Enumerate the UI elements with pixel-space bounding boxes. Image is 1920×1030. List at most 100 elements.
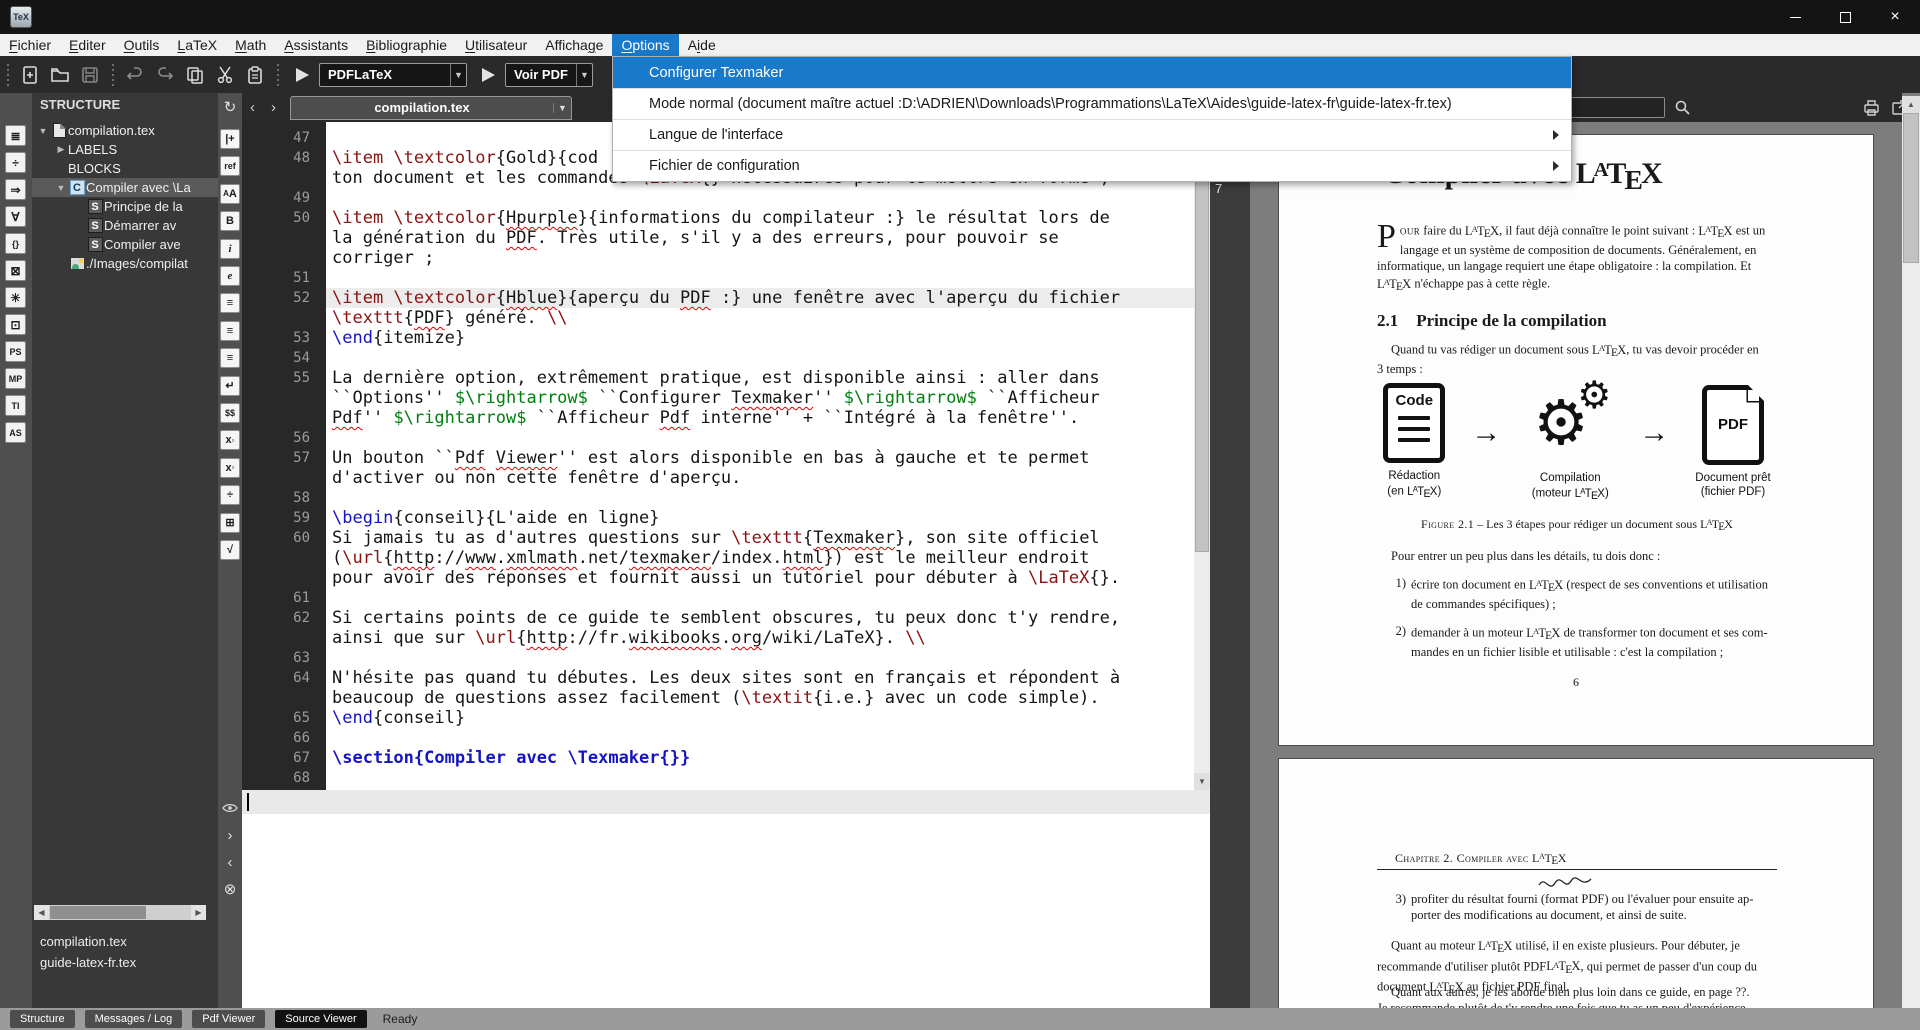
code-line-58[interactable]: 58 [242, 488, 1194, 508]
next-icon[interactable]: › [220, 825, 240, 845]
copy-button[interactable] [180, 61, 210, 89]
description-icon[interactable]: ≡ [220, 348, 240, 368]
close-button[interactable]: × [1870, 0, 1920, 34]
scroll-right-icon[interactable]: ▶ [191, 905, 206, 920]
arrows-tab-icon[interactable]: ⇒ [5, 179, 26, 200]
menubar-item-editer[interactable]: Editer [60, 34, 115, 56]
menubar-item-fichier[interactable]: Fichier [0, 34, 60, 56]
tab-compilation-tex[interactable]: compilation.tex ▼ [290, 96, 572, 120]
source-editor[interactable]: 4748\item \textcolor{Gold}{codton docume… [242, 122, 1194, 790]
fraction-icon[interactable]: ÷ [220, 485, 240, 505]
array-icon[interactable]: ⊞ [220, 513, 240, 533]
delimiters-tab-icon[interactable]: {} [5, 233, 26, 254]
tree-item-labels[interactable]: ▶LABELS [32, 140, 218, 159]
editor-vscrollbar[interactable]: ▼ [1194, 122, 1210, 790]
superscript-icon[interactable]: x▫ [220, 458, 240, 478]
message-input-line[interactable] [242, 790, 1210, 814]
compile-command-select[interactable]: PDFLaTeX ▼ [319, 63, 467, 87]
code-line-66[interactable]: 66 [242, 728, 1194, 748]
scroll-up-icon[interactable]: ▲ [1902, 96, 1920, 113]
statusbar-button-messages-log[interactable]: Messages / Log [85, 1010, 183, 1028]
menubar-item-aide[interactable]: Aide [679, 34, 725, 56]
code-line-57[interactable]: 57Un bouton ``Pdf Viewer'' est alors dis… [242, 448, 1194, 468]
code-line-wrap[interactable]: ``Options'' $\rightarrow$ ``Configurer T… [242, 388, 1194, 408]
newline-icon[interactable]: ↵ [220, 376, 240, 396]
code-line-wrap[interactable]: \texttt{PDF} généré. \\ [242, 308, 1194, 328]
print-icon[interactable] [1862, 98, 1881, 117]
code-line-54[interactable]: 54 [242, 348, 1194, 368]
statusbar-button-pdf-viewer[interactable]: Pdf Viewer [192, 1010, 265, 1028]
code-line-59[interactable]: 59\begin{conseil}{L'aide en ligne} [242, 508, 1194, 528]
tree-item-compilation-tex[interactable]: ▼compilation.tex [32, 121, 218, 140]
code-line-68[interactable]: 68 [242, 768, 1194, 788]
code-line-64[interactable]: 64N'hésite pas quand tu débutes. Les deu… [242, 668, 1194, 688]
subscript-icon[interactable]: x▫ [220, 430, 240, 450]
menubar-item-utilisateur[interactable]: Utilisateur [456, 34, 536, 56]
code-line-wrap[interactable]: ainsi que sur \url{http://fr.wikibooks.o… [242, 628, 1194, 648]
refresh-structure-icon[interactable]: ↻ [220, 97, 240, 117]
asymptote-tab[interactable]: AS [5, 422, 26, 443]
pdf-vscrollbar[interactable]: ▲ [1902, 96, 1920, 1008]
open-file-compilation-tex[interactable]: compilation.tex [32, 931, 218, 952]
code-line-wrap[interactable]: beaucoup de questions assez facilement (… [242, 688, 1194, 708]
tree-item-blocks[interactable]: BLOCKS [32, 159, 218, 178]
misc-math-tab-icon[interactable]: ∀ [5, 206, 26, 227]
menubar-item-affichage[interactable]: Affichage [536, 34, 612, 56]
greek-tab-icon[interactable]: ⊠ [5, 260, 26, 281]
tikz-tab[interactable]: TI [5, 395, 26, 416]
italic-icon[interactable]: i [220, 239, 240, 259]
sqrt-icon[interactable]: √ [220, 540, 240, 560]
scrollbar-thumb[interactable] [50, 906, 146, 919]
structure-hscrollbar[interactable]: ◀ ▶ [34, 905, 206, 920]
code-line-50[interactable]: 50\item \textcolor{Hpurple}{informations… [242, 208, 1194, 228]
bold-icon[interactable]: B [220, 211, 240, 231]
cut-button[interactable] [210, 61, 240, 89]
code-line-65[interactable]: 65\end{conseil} [242, 708, 1194, 728]
menubar-item-bibliographie[interactable]: Bibliographie [357, 34, 456, 56]
messages-panel[interactable] [242, 790, 1210, 1008]
open-file-guide-latex-fr-tex[interactable]: guide-latex-fr.tex [32, 952, 218, 973]
save-button[interactable] [75, 61, 105, 89]
statusbar-button-source-viewer[interactable]: Source Viewer [275, 1010, 366, 1028]
undo-button[interactable] [120, 61, 150, 89]
menu-item-1[interactable]: Mode normal (document maître actuel :D:\… [613, 88, 1571, 119]
insert-block-icon[interactable]: |+ [220, 129, 240, 149]
code-line-wrap[interactable]: la génération du PDF. Très utile, s'il y… [242, 228, 1194, 248]
font-size-icon[interactable]: AA [220, 184, 240, 204]
code-line-62[interactable]: 62Si certains points de ce guide te semb… [242, 608, 1194, 628]
eye-icon[interactable] [220, 798, 240, 818]
code-line-53[interactable]: 53\end{itemize} [242, 328, 1194, 348]
previous-document-button[interactable]: ‹ [242, 99, 263, 116]
menu-item-2[interactable]: Langue de l'interface [613, 119, 1571, 150]
minimize-button[interactable] [1770, 0, 1820, 34]
scroll-left-icon[interactable]: ◀ [34, 905, 49, 920]
expander-closed-icon[interactable]: ▶ [54, 144, 68, 155]
menu-item-0[interactable]: Configurer Texmaker [613, 57, 1571, 88]
menubar-item-options[interactable]: Options [612, 34, 678, 56]
tree-item-principe-de-la[interactable]: SPrincipe de la [32, 197, 218, 216]
code-line-wrap[interactable]: corriger ; [242, 248, 1194, 268]
expander-open-icon[interactable]: ▼ [54, 183, 68, 193]
tree-item-compiler-avec-la[interactable]: ▼CCompiler avec \La [32, 178, 218, 197]
tree-item--images-compilat[interactable]: ./Images/compilat [32, 254, 218, 273]
menubar-item-math[interactable]: Math [226, 34, 275, 56]
emph-icon[interactable]: e [220, 266, 240, 286]
code-line-wrap[interactable]: d'activer ou non cette fenêtre d'aperçu. [242, 468, 1194, 488]
prev-icon[interactable]: ‹ [220, 852, 240, 872]
run-view-button[interactable] [479, 66, 497, 84]
redo-button[interactable] [150, 61, 180, 89]
enumerate-icon[interactable]: ≡ [220, 321, 240, 341]
inline-math-icon[interactable]: $$ [220, 403, 240, 423]
code-line-wrap[interactable]: (\url{http://www.xmlmath.net/texmaker/in… [242, 548, 1194, 568]
itemize-icon[interactable]: ≡ [220, 293, 240, 313]
scroll-down-icon[interactable]: ▼ [1194, 773, 1210, 790]
structure-tab-icon[interactable]: ≣ [5, 125, 26, 146]
menu-item-3[interactable]: Fichier de configuration [613, 150, 1571, 181]
menubar-item-latex[interactable]: LaTeX [168, 34, 226, 56]
code-line-wrap[interactable]: Pdf'' $\rightarrow$ ``Afficheur Pdf inte… [242, 408, 1194, 428]
code-line-61[interactable]: 61 [242, 588, 1194, 608]
code-line-49[interactable]: 49 [242, 188, 1194, 208]
code-line-55[interactable]: 55La dernière option, extrêmement pratiq… [242, 368, 1194, 388]
new-document-button[interactable] [15, 61, 45, 89]
pstricks-tab[interactable]: PS [5, 341, 26, 362]
